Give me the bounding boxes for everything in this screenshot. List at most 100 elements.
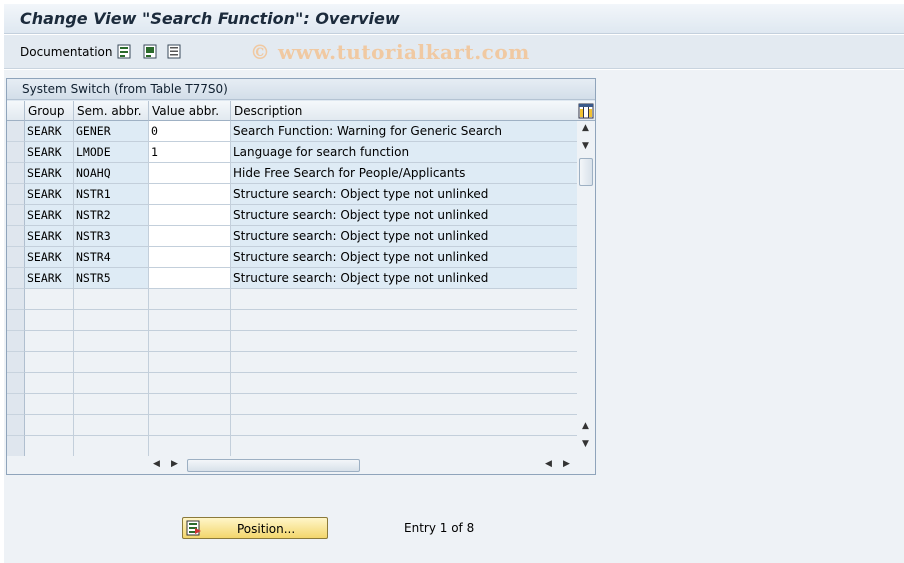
horizontal-scrollbar[interactable]: ◀ ▶ ◀ ▶: [7, 456, 595, 474]
scroll-page-down-icon[interactable]: ▼: [582, 141, 589, 151]
empty-cell: [25, 436, 74, 456]
scroll-page-up-icon[interactable]: ▲: [582, 421, 589, 431]
documentation-button[interactable]: Documentation: [20, 45, 113, 59]
empty-cell: [25, 289, 74, 310]
table-row-sem-abbr: NSTR1: [74, 184, 149, 205]
row-selector[interactable]: [7, 163, 25, 184]
row-selector[interactable]: [7, 205, 25, 226]
value-abbr-input[interactable]: [149, 268, 231, 289]
table-row-sem-abbr: NOAHQ: [74, 163, 149, 184]
position-button-label: Position...: [237, 522, 296, 536]
empty-cell: [149, 436, 231, 456]
row-selector[interactable]: [7, 121, 25, 142]
table-row-sem-abbr: LMODE: [74, 142, 149, 163]
empty-cell: [231, 394, 577, 415]
table-title-bar: System Switch (from Table T77S0): [7, 79, 595, 100]
value-abbr-input[interactable]: [149, 163, 231, 184]
horizontal-scroll-thumb[interactable]: [187, 459, 360, 472]
table-row-sem-abbr: NSTR4: [74, 247, 149, 268]
table-row-group: SEARK: [25, 247, 74, 268]
table-row-group: SEARK: [25, 268, 74, 289]
empty-cell: [149, 415, 231, 436]
table-row-group: SEARK: [25, 184, 74, 205]
value-abbr-input[interactable]: [149, 184, 231, 205]
column-config-button[interactable]: [577, 101, 595, 121]
column-header-group[interactable]: Group: [25, 101, 74, 121]
table-control: System Switch (from Table T77S0) Group S…: [6, 78, 596, 475]
scroll-left-icon[interactable]: ◀: [153, 459, 160, 469]
select-all-icon[interactable]: [117, 44, 132, 59]
empty-cell: [25, 310, 74, 331]
page-title: Change View "Search Function": Overview: [20, 9, 400, 28]
table-row-description: Structure search: Object type not unlink…: [231, 268, 577, 289]
empty-cell: [231, 310, 577, 331]
table-row-description: Structure search: Object type not unlink…: [231, 205, 577, 226]
row-selector[interactable]: [7, 226, 25, 247]
empty-cell: [74, 310, 149, 331]
empty-cell: [231, 415, 577, 436]
empty-cell: [149, 394, 231, 415]
vertical-scroll-thumb[interactable]: [579, 158, 593, 186]
column-header-value-abbr[interactable]: Value abbr.: [149, 101, 231, 121]
vertical-scrollbar[interactable]: ▲ ▼ ▲ ▼: [577, 121, 595, 456]
value-abbr-input[interactable]: [149, 226, 231, 247]
table-row-group: SEARK: [25, 205, 74, 226]
empty-cell: [149, 289, 231, 310]
empty-cell: [74, 394, 149, 415]
select-block-icon[interactable]: [143, 44, 158, 59]
deselect-all-icon[interactable]: [167, 44, 182, 59]
application-toolbar: Documentation © www.tutorialkart.com: [4, 35, 904, 69]
entry-counter: Entry 1 of 8: [404, 521, 475, 535]
table-row-description: Hide Free Search for People/Applicants: [231, 163, 577, 184]
position-button[interactable]: Position...: [182, 517, 328, 539]
row-selector[interactable]: [7, 289, 25, 310]
empty-cell: [25, 415, 74, 436]
empty-cell: [25, 331, 74, 352]
scroll-right-icon[interactable]: ▶: [563, 459, 570, 469]
empty-cell: [74, 331, 149, 352]
row-selector[interactable]: [7, 331, 25, 352]
scroll-up-icon[interactable]: ▲: [582, 123, 589, 133]
scroll-down-icon[interactable]: ▼: [582, 439, 589, 449]
value-abbr-input[interactable]: [149, 247, 231, 268]
select-all-rows-header[interactable]: [7, 101, 25, 121]
scroll-right-icon[interactable]: ▶: [171, 459, 178, 469]
table-row-description: Structure search: Object type not unlink…: [231, 247, 577, 268]
value-abbr-input[interactable]: 0: [149, 121, 231, 142]
title-bar: Change View "Search Function": Overview: [4, 4, 904, 34]
row-selector[interactable]: [7, 268, 25, 289]
empty-cell: [74, 415, 149, 436]
row-selector[interactable]: [7, 352, 25, 373]
value-abbr-input[interactable]: 1: [149, 142, 231, 163]
empty-cell: [74, 373, 149, 394]
row-selector[interactable]: [7, 247, 25, 268]
empty-cell: [74, 352, 149, 373]
empty-cell: [74, 436, 149, 456]
column-header-sem-abbr[interactable]: Sem. abbr.: [74, 101, 149, 121]
empty-cell: [25, 394, 74, 415]
row-selector[interactable]: [7, 310, 25, 331]
table-row-group: SEARK: [25, 226, 74, 247]
table-row-sem-abbr: NSTR5: [74, 268, 149, 289]
table-row-group: SEARK: [25, 142, 74, 163]
value-abbr-input[interactable]: [149, 205, 231, 226]
column-header-description[interactable]: Description: [231, 101, 577, 121]
table-row-description: Structure search: Object type not unlink…: [231, 184, 577, 205]
position-icon: [186, 520, 201, 536]
row-selector[interactable]: [7, 436, 25, 456]
empty-cell: [74, 289, 149, 310]
row-selector[interactable]: [7, 184, 25, 205]
row-selector[interactable]: [7, 373, 25, 394]
table-row-description: Language for search function: [231, 142, 577, 163]
table-row-sem-abbr: NSTR2: [74, 205, 149, 226]
row-selector[interactable]: [7, 394, 25, 415]
table-row-group: SEARK: [25, 121, 74, 142]
empty-cell: [25, 373, 74, 394]
row-selector[interactable]: [7, 142, 25, 163]
table-row-sem-abbr: NSTR3: [74, 226, 149, 247]
empty-cell: [231, 436, 577, 456]
row-selector[interactable]: [7, 415, 25, 436]
scroll-left-icon[interactable]: ◀: [545, 459, 552, 469]
empty-cell: [231, 352, 577, 373]
watermark: © www.tutorialkart.com: [250, 40, 530, 64]
